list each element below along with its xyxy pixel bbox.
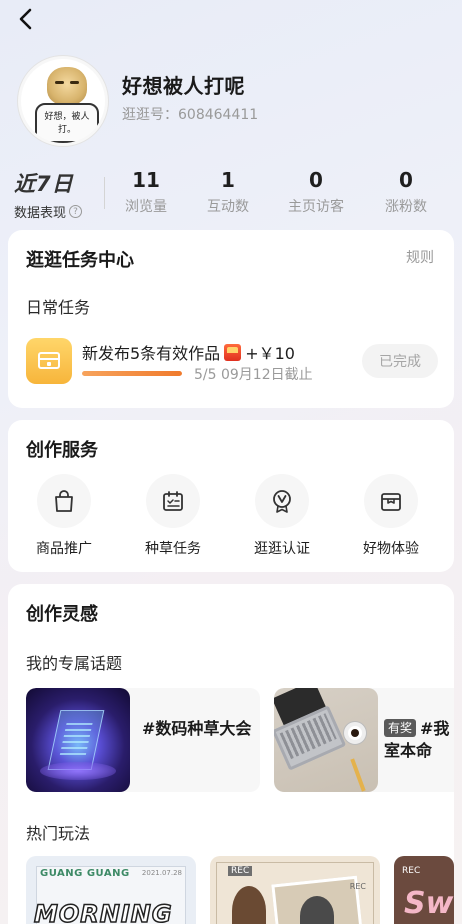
stat-interactions[interactable]: 1 互动数 [188,168,268,216]
gift-box-icon [381,493,401,511]
task-completed-button[interactable]: 已完成 [362,344,438,378]
topic-card[interactable]: #数码种草大会 [26,688,260,792]
topic-thumbnail [274,688,378,792]
service-icon-circle [146,474,200,528]
task-center-title: 逛逛任务中心 [26,250,134,271]
avatar[interactable]: 好想，被人打。 [18,56,108,146]
stat-label: 涨粉数 [385,199,427,215]
task-progress-text: 5/5 09月12日截止 [194,367,313,383]
stat-value: 11 [132,168,160,192]
task-title: 新发布5条有效作品 [82,344,221,363]
task-box-icon [26,338,72,384]
topic-card[interactable]: 有奖 #我 室本命 [274,688,454,792]
task-title-row[interactable]: 新发布5条有效作品 +￥10 [82,340,295,364]
service-label: 商品推广 [36,541,92,557]
stats-divider [104,177,105,209]
service-label: 种草任务 [145,541,201,557]
stat-label: 主页访客 [288,199,344,215]
task-reward: +￥10 [245,344,295,363]
hot-play-label: 热门玩法 [26,824,91,843]
creation-services-card: 创作服务 商品推广 种草任务 逛逛认证 好物体验 [8,420,454,572]
topics-label: 我的专属话题 [26,654,123,673]
topics-row[interactable]: #数码种草大会 有奖 #我 室本命 [26,688,454,792]
profile-header: 好想，被人打。 好想被人打呢 逛逛号：608464411 [18,56,448,148]
inspiration-card: 创作灵感 我的专属话题 #数码种草大会 有奖 #我 室本命 热门玩法 GUANG … [8,584,454,924]
rec-label: REC [349,882,366,891]
nickname: 好想被人打呢 [122,74,245,98]
red-packet-icon [224,343,242,361]
stat-profile-visitors[interactable]: 0 主页访客 [276,168,356,216]
topic-title-line1: #我 [420,719,450,738]
service-icon-circle [255,474,309,528]
period-subtitle-row[interactable]: 数据表现 ? [14,202,96,221]
rec-label: REC [402,866,421,876]
service-seeding-task[interactable]: 种草任务 [123,474,223,558]
topic-title: 有奖 #我 室本命 [384,718,449,762]
shopping-bag-icon [55,490,73,512]
rules-link[interactable]: 规则 [406,247,434,267]
topic-title: #数码种草大会 [142,719,252,738]
inspiration-title: 创作灵感 [26,604,98,625]
service-icon-circle [37,474,91,528]
back-button[interactable] [14,6,40,32]
service-icon-circle [364,474,418,528]
award-tag: 有奖 [384,719,417,737]
topic-thumbnail [26,688,130,792]
stats-bar: 近7日 数据表现 ? 11 浏览量 1 互动数 0 主页访客 0 涨粉数 [14,168,450,221]
hot-play-card[interactable]: GUANG GUANG 2021.07.28 MORNING [26,856,196,924]
play-headline: Sw [404,886,454,921]
period-subtitle: 数据表现 [14,206,67,221]
stat-value: 1 [221,168,235,192]
avatar-face [47,67,87,105]
hot-play-card[interactable]: REC REC [210,856,380,924]
stat-value: 0 [309,168,323,192]
task-progress-bar [82,371,182,376]
stats-period: 近7日 数据表现 ? [14,168,96,221]
task-center-card: 逛逛任务中心 规则 日常任务 新发布5条有效作品 +￥10 5/5 09月12日… [8,230,454,408]
avatar-caption: 好想，被人打。 [44,112,90,135]
rec-label: REC [228,866,253,876]
stat-value: 0 [399,168,413,192]
creation-services-title: 创作服务 [26,440,98,461]
service-product-promotion[interactable]: 商品推广 [14,474,114,558]
topic-title-line2: 室本命 [384,741,433,760]
play-date: 2021.07.28 [141,869,182,877]
stat-label: 互动数 [207,199,249,215]
service-label: 好物体验 [363,541,419,557]
task-progress-fill [82,371,182,376]
service-label: 逛逛认证 [254,541,310,557]
stat-views[interactable]: 11 浏览量 [106,168,186,216]
hot-play-card[interactable]: REC Sw [394,856,454,924]
back-arrow-icon [19,8,32,30]
stat-follower-growth[interactable]: 0 涨粉数 [366,168,446,216]
daily-task-label: 日常任务 [26,298,91,317]
play-brand: GUANG GUANG [40,868,130,879]
badge-v-icon [273,490,291,513]
question-icon[interactable]: ? [69,205,83,218]
play-headline: MORNING [33,899,173,924]
period-title: 近7日 [14,172,74,196]
user-id: 逛逛号：608464411 [122,107,259,123]
calendar-task-icon [163,491,183,511]
service-product-trial[interactable]: 好物体验 [341,474,441,558]
hot-play-row[interactable]: GUANG GUANG 2021.07.28 MORNING REC REC R… [26,856,454,924]
stat-label: 浏览量 [125,199,167,215]
service-certification[interactable]: 逛逛认证 [232,474,332,558]
